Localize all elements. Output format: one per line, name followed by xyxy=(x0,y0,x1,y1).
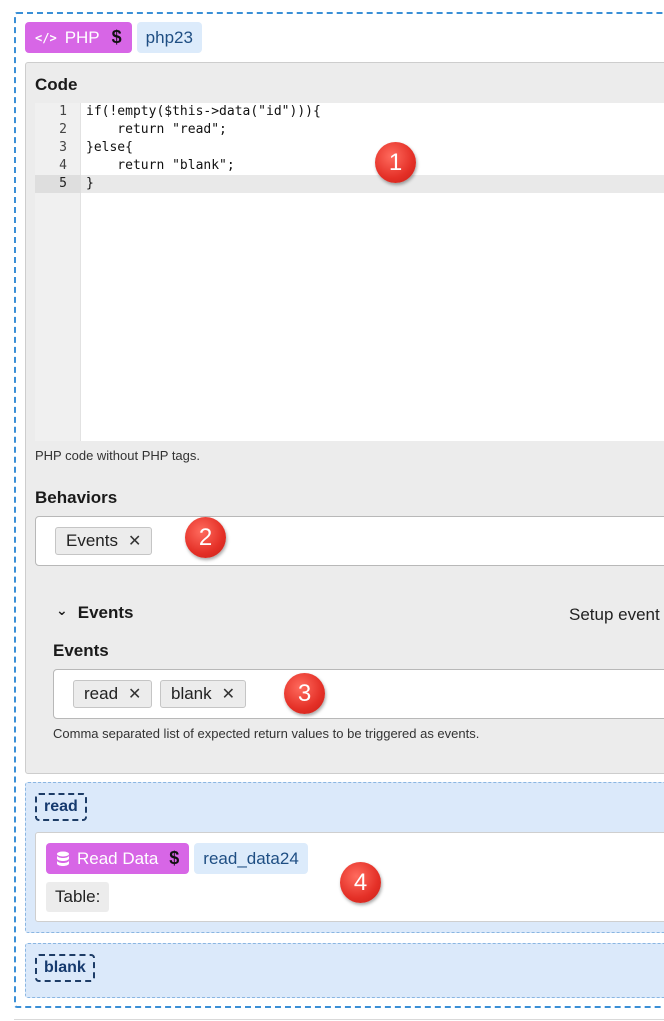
code-editor[interactable]: 1 2 3 4 5 if(!empty($this->data("id"))){… xyxy=(35,103,664,441)
active-line-highlight xyxy=(81,175,664,193)
dollar-icon[interactable]: $ xyxy=(169,848,179,869)
code-label: Code xyxy=(35,75,78,94)
line-number: 1 xyxy=(59,104,67,119)
chip-label: blank xyxy=(171,684,212,703)
callout-badge: 2 xyxy=(185,517,226,558)
branch-blank xyxy=(25,943,664,998)
table-label: Table: xyxy=(46,882,110,912)
events-section-title: Events xyxy=(77,603,134,622)
read-data-type-tag[interactable]: Read Data $ xyxy=(46,843,190,874)
database-icon xyxy=(57,851,69,866)
callout-badge: 3 xyxy=(284,673,325,714)
chip-label: Events xyxy=(66,531,118,550)
callout-badge: 1 xyxy=(375,142,416,183)
code-line[interactable]: if(!empty($this->data("id"))){ xyxy=(86,103,321,121)
code-icon: </> xyxy=(35,30,57,45)
code-help-text: PHP code without PHP tags. xyxy=(35,448,201,463)
events-section-toggle[interactable]: ⌄ Events xyxy=(56,601,134,623)
event-chip-blank: blank ✕ xyxy=(160,680,247,708)
block-id-tag[interactable]: php23 xyxy=(136,22,202,53)
remove-icon[interactable]: ✕ xyxy=(128,684,141,704)
line-number-active: 5 xyxy=(35,175,81,193)
read-data-id-tag[interactable]: read_data24 xyxy=(194,843,308,874)
chip-label: read xyxy=(84,684,119,703)
branch-label-blank[interactable]: blank xyxy=(35,954,95,982)
divider xyxy=(14,1019,664,1020)
read-data-type-label: Read Data xyxy=(77,848,159,868)
callout-badge: 4 xyxy=(340,862,381,903)
line-number: 2 xyxy=(59,122,67,137)
line-number-gutter: 1 2 3 4 5 xyxy=(35,103,81,441)
block-type-label: PHP xyxy=(64,27,100,47)
read-data-header: Read Data $ read_data24 xyxy=(46,843,308,874)
chevron-down-icon: ⌄ xyxy=(56,601,68,618)
line-number: 3 xyxy=(59,140,67,155)
line-number: 4 xyxy=(59,158,67,173)
dollar-icon[interactable]: $ xyxy=(112,27,122,48)
events-help-text: Comma separated list of expected return … xyxy=(53,726,480,741)
event-chip-read: read ✕ xyxy=(73,680,153,708)
events-field-label: Events xyxy=(53,641,109,660)
php-type-tag[interactable]: </> PHP $ xyxy=(25,22,132,53)
behaviors-label: Behaviors xyxy=(35,488,118,507)
setup-events-text: Setup event xyxy=(569,605,660,624)
code-line[interactable]: }else{ xyxy=(86,139,133,157)
code-line[interactable]: return "read"; xyxy=(86,121,227,139)
code-line[interactable]: return "blank"; xyxy=(86,157,234,175)
remove-icon[interactable]: ✕ xyxy=(222,684,235,704)
remove-icon[interactable]: ✕ xyxy=(128,531,141,551)
code-line[interactable]: } xyxy=(86,175,94,193)
behavior-chip-events: Events ✕ xyxy=(55,527,153,555)
block-header: </> PHP $ php23 xyxy=(25,22,202,53)
branch-label-read[interactable]: read xyxy=(35,793,87,821)
